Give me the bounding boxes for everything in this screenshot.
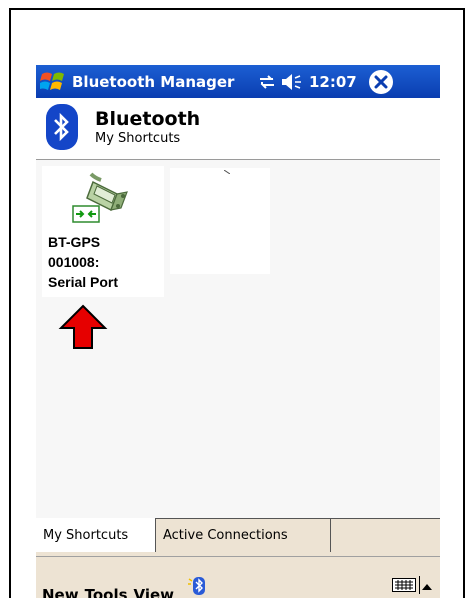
connectivity-icon[interactable] [255,71,279,93]
menu-new[interactable]: New [42,586,79,598]
keyboard-icon[interactable] [392,578,416,592]
stray-mark [224,170,230,174]
app-header: Bluetooth My Shortcuts [36,98,440,160]
shortcut-label-line-3: Serial Port [48,274,119,290]
tab-strip: My Shortcuts Active Connections [36,518,440,556]
system-tray: 12:07 [255,69,393,94]
window-title: Bluetooth Manager [72,72,235,91]
close-button[interactable] [368,69,393,94]
page-title: Bluetooth [95,108,201,130]
shortcut-label: BT-GPS 001008: Serial Port [48,232,158,292]
input-panel-arrow-icon[interactable] [422,584,432,590]
tab-active-connections[interactable]: Active Connections [156,518,331,552]
bluetooth-logo-icon [46,104,78,150]
empty-shortcut-slot [170,168,270,274]
serial-port-connector-icon [72,172,128,223]
tab-my-shortcuts[interactable]: My Shortcuts [36,518,156,552]
shortcut-bt-gps-serial-port[interactable]: BT-GPS 001008: Serial Port [42,166,164,297]
tab-strip-filler [331,518,440,552]
menu-bar: New Tools View [36,556,440,598]
close-icon [374,75,388,88]
input-panel-separator [419,576,420,594]
windows-start-icon[interactable] [36,65,70,98]
red-up-arrow-icon [58,304,108,349]
page-subtitle: My Shortcuts [95,131,181,146]
shortcut-label-line-2: 001008: [48,254,100,270]
title-bar: Bluetooth Manager 12:07 [36,65,440,98]
bluetooth-menu-icon[interactable] [188,576,208,596]
clock[interactable]: 12:07 [309,73,357,91]
volume-icon[interactable] [279,71,303,93]
menu-view[interactable]: View [134,586,175,598]
shortcuts-pane: BT-GPS 001008: Serial Port [36,160,440,518]
menu-tools[interactable]: Tools [85,586,128,598]
shortcut-label-line-1: BT-GPS [48,234,101,250]
